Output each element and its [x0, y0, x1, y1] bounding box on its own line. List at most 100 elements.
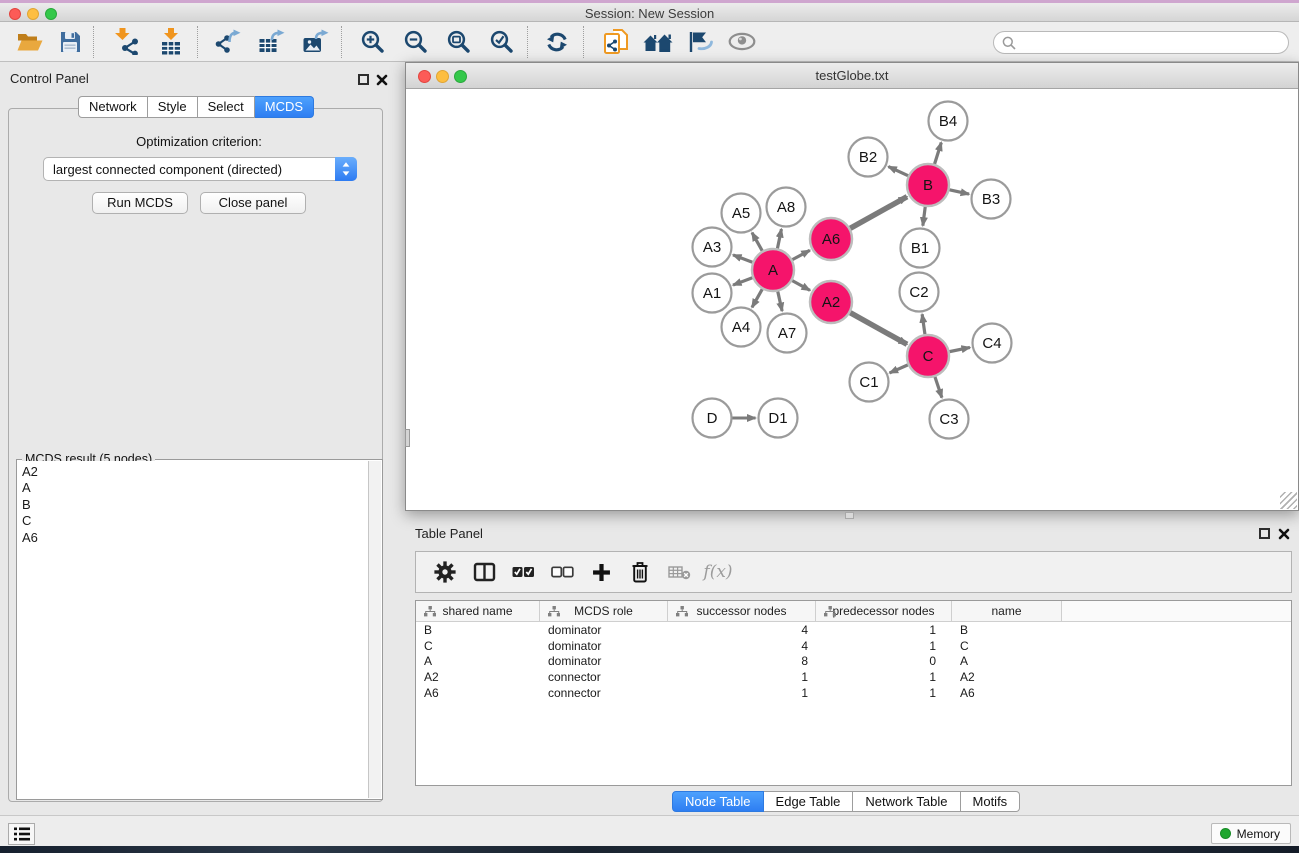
column-header-shared-name[interactable]: shared name	[416, 601, 540, 621]
node-A7[interactable]: A7	[768, 314, 807, 353]
node-B1[interactable]: B1	[901, 229, 940, 268]
task-history-button[interactable]	[8, 823, 35, 845]
edge-B-B2[interactable]	[888, 167, 908, 176]
close-panel-button[interactable]: Close panel	[200, 192, 306, 214]
node-A3[interactable]: A3	[693, 228, 732, 267]
table-row[interactable]: A6connector11A6	[416, 685, 1291, 701]
column-header-name[interactable]: name	[952, 601, 1062, 621]
tab-style[interactable]: Style	[148, 96, 198, 118]
column-header-MCDS-role[interactable]: MCDS role	[540, 601, 668, 621]
zoom-in-button[interactable]	[351, 24, 394, 60]
hide-graphics-details-button[interactable]	[679, 24, 721, 60]
edge-A-A5[interactable]	[752, 233, 762, 251]
zoom-out-button[interactable]	[394, 24, 437, 60]
edge-A6-B[interactable]	[850, 197, 907, 229]
edge-B-B3[interactable]	[949, 190, 969, 194]
zoom-fit-button[interactable]	[437, 24, 480, 60]
tab-node-table[interactable]: Node Table	[672, 791, 764, 812]
search-box[interactable]	[993, 31, 1289, 54]
node-A2[interactable]: A2	[810, 281, 852, 323]
select-all-button[interactable]	[511, 559, 535, 585]
panel-divider-grip[interactable]	[845, 512, 854, 519]
node-D[interactable]: D	[693, 399, 732, 438]
result-list-scrollbar[interactable]	[368, 461, 381, 798]
network-window-resize-grip[interactable]	[1280, 492, 1297, 509]
edge-A-A2[interactable]	[792, 281, 810, 291]
result-item[interactable]: C	[22, 513, 364, 529]
show-graphics-details-button[interactable]	[721, 24, 763, 60]
result-item[interactable]: A	[22, 480, 364, 496]
float-table-panel-icon[interactable]	[1259, 528, 1270, 539]
edge-A-A4[interactable]	[752, 289, 762, 307]
table-settings-button[interactable]	[433, 559, 457, 585]
node-A4[interactable]: A4	[722, 308, 761, 347]
tab-motifs[interactable]: Motifs	[961, 791, 1021, 812]
column-header-predecessor-nodes[interactable]: predecessor nodes	[816, 601, 952, 621]
zoom-selected-button[interactable]	[480, 24, 523, 60]
node-C3[interactable]: C3	[930, 400, 969, 439]
show-column-button[interactable]	[472, 559, 496, 585]
edge-A-A3[interactable]	[733, 255, 752, 262]
function-builder-button[interactable]: f(x)	[706, 559, 730, 585]
create-column-button[interactable]	[589, 559, 613, 585]
tab-network[interactable]: Network	[78, 96, 148, 118]
tab-mcds[interactable]: MCDS	[255, 96, 314, 118]
node-B[interactable]: B	[907, 164, 949, 206]
run-mcds-button[interactable]: Run MCDS	[92, 192, 188, 214]
float-panel-icon[interactable]	[358, 74, 369, 85]
network-canvas[interactable]: B4 B2 B B3 A8A5 A6 A3 B1 A C2 A1 A2 A4A7 C4 C C1 D D1 C3	[406, 89, 1298, 510]
node-C1[interactable]: C1	[850, 363, 889, 402]
result-item[interactable]: B	[22, 497, 364, 513]
export-network-button[interactable]	[205, 24, 249, 60]
table-row[interactable]: Cdominator41C	[416, 638, 1291, 654]
node-C2[interactable]: C2	[900, 273, 939, 312]
edge-A2-C[interactable]	[850, 313, 907, 345]
node-A1[interactable]: A1	[693, 274, 732, 313]
memory-button[interactable]: Memory	[1211, 823, 1291, 844]
node-B2[interactable]: B2	[849, 138, 888, 177]
edge-C-C2[interactable]	[922, 314, 925, 334]
edge-C-C1[interactable]	[890, 365, 908, 373]
edge-B-B1[interactable]	[923, 207, 925, 226]
edge-C-C4[interactable]	[950, 347, 970, 351]
save-session-button[interactable]	[50, 24, 90, 60]
refresh-view-button[interactable]	[535, 24, 579, 60]
export-table-button[interactable]	[249, 24, 293, 60]
network-window-titlebar[interactable]: testGlobe.txt	[406, 63, 1298, 89]
network-window-left-grip[interactable]	[405, 429, 410, 447]
import-table-button[interactable]	[149, 24, 193, 60]
node-A6[interactable]: A6	[810, 218, 852, 260]
node-D1[interactable]: D1	[759, 399, 798, 438]
node-C4[interactable]: C4	[973, 324, 1012, 363]
node-C[interactable]: C	[907, 335, 949, 377]
search-input[interactable]	[1020, 35, 1288, 50]
edge-A-A1[interactable]	[733, 278, 752, 285]
node-A5[interactable]: A5	[722, 194, 761, 233]
optimization-criterion-select[interactable]: largest connected component (directed)	[43, 157, 357, 181]
column-header-successor-nodes[interactable]: successor nodes	[668, 601, 816, 621]
tab-select[interactable]: Select	[198, 96, 255, 118]
node-B4[interactable]: B4	[929, 102, 968, 141]
table-row[interactable]: A2connector11A2	[416, 669, 1291, 685]
export-image-button[interactable]	[293, 24, 337, 60]
edge-C-C3[interactable]	[935, 377, 942, 398]
node-B3[interactable]: B3	[972, 180, 1011, 219]
node-A[interactable]: A	[752, 249, 794, 291]
mcds-result-list[interactable]: A2ABCA6	[18, 461, 368, 798]
edge-A-A6[interactable]	[792, 250, 809, 259]
table-row[interactable]: Adominator80A	[416, 654, 1291, 670]
edge-B-B4[interactable]	[935, 142, 942, 164]
home-view-button[interactable]	[637, 24, 679, 60]
open-session-button[interactable]	[10, 24, 50, 60]
deselect-all-button[interactable]	[550, 559, 574, 585]
network-graph[interactable]: B4 B2 B B3 A8A5 A6 A3 B1 A C2 A1 A2 A4A7 C4 C C1 D D1 C3	[406, 89, 1298, 510]
delete-column-button[interactable]	[628, 559, 652, 585]
close-panel-icon[interactable]	[376, 74, 388, 86]
result-item[interactable]: A6	[22, 530, 364, 546]
close-table-panel-icon[interactable]	[1278, 528, 1290, 540]
clone-network-button[interactable]	[595, 24, 637, 60]
delete-table-button[interactable]	[667, 559, 691, 585]
table-row[interactable]: Bdominator41B	[416, 622, 1291, 638]
tab-network-table[interactable]: Network Table	[853, 791, 960, 812]
node-A8[interactable]: A8	[767, 188, 806, 227]
